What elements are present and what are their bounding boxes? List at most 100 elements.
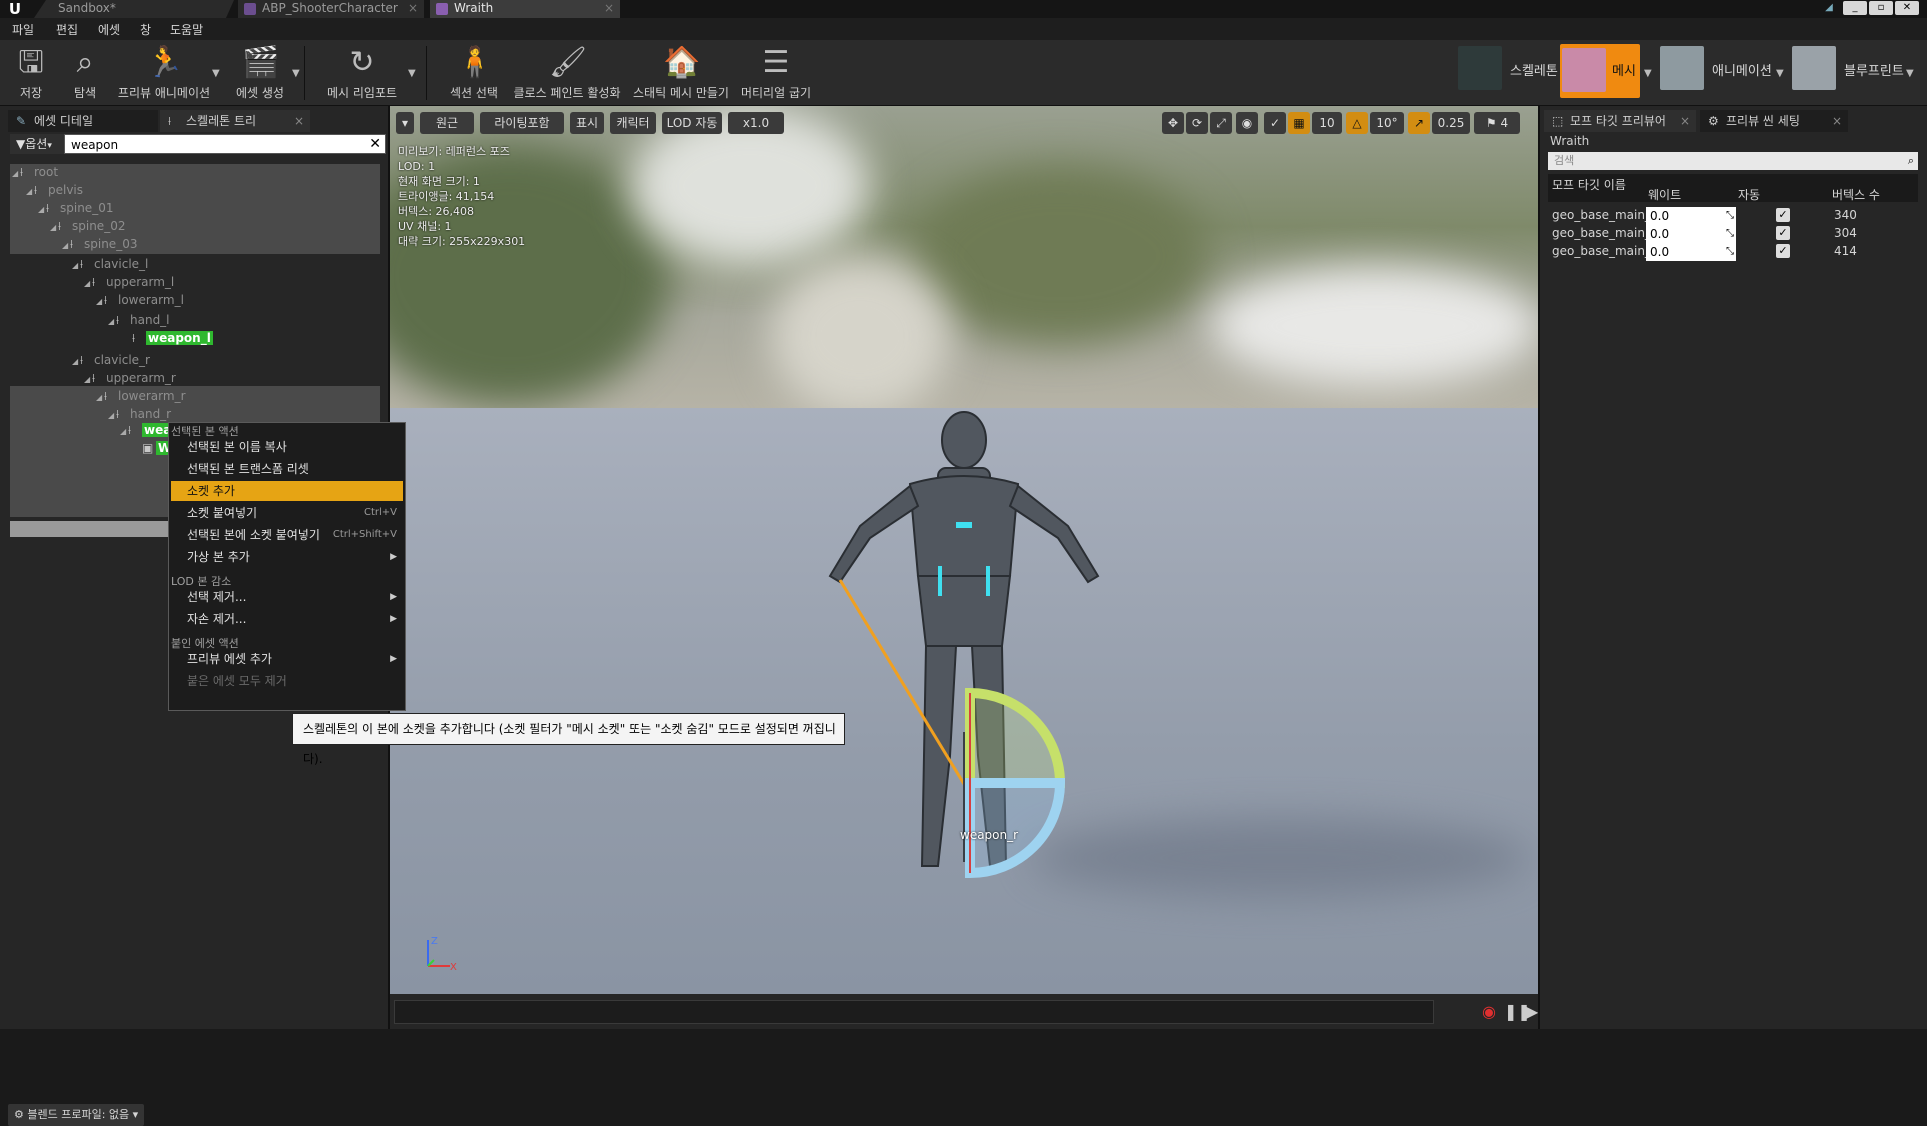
expand-arrow-icon[interactable]: ◢	[108, 408, 116, 424]
menu-item-add-preview-asset[interactable]: 프리뷰 에셋 추가 ▶	[171, 649, 403, 669]
expand-arrow-icon[interactable]: ◢	[12, 166, 20, 182]
spinner-icon[interactable]: ⤡	[1726, 243, 1734, 261]
tree-node[interactable]: ◢ ⟊ spine_03	[62, 236, 137, 252]
tree-node[interactable]: ◢ ⟊ upperarm_l	[84, 274, 174, 290]
menu-item-reset-transform[interactable]: 선택된 본 트랜스폼 리셋	[171, 459, 403, 479]
expand-arrow-icon[interactable]: ◢	[108, 314, 116, 330]
minimize-button[interactable]: _	[1843, 1, 1867, 15]
tree-node[interactable]: ◢ ⟊ clavicle_l	[72, 256, 148, 272]
close-icon[interactable]: ×	[408, 0, 418, 16]
column-header[interactable]: 자동	[1738, 186, 1760, 203]
chevron-down-icon[interactable]: ▼	[1906, 68, 1914, 79]
spinner-icon[interactable]: ⤡	[1726, 225, 1734, 243]
expand-arrow-icon[interactable]: ◢	[72, 258, 80, 274]
feedback-icon[interactable]: ◢	[1817, 1, 1841, 15]
expand-arrow-icon[interactable]: ◢	[72, 354, 80, 370]
tree-node[interactable]: ◢ ⟊ hand_l	[108, 312, 170, 328]
morph-search-input[interactable]: 검색 ⌕	[1548, 152, 1918, 170]
expand-arrow-icon[interactable]: ◢	[62, 238, 70, 254]
clear-search-icon[interactable]: ✕	[369, 135, 381, 153]
chevron-down-icon[interactable]: ▼	[408, 68, 416, 79]
column-header[interactable]: 웨이트	[1648, 186, 1681, 203]
options-dropdown[interactable]: ▼옵션▾	[10, 134, 64, 154]
menu-item-paste-socket[interactable]: 소켓 붙여넣기 Ctrl+V	[171, 503, 403, 523]
tab-morph-target-previewer[interactable]: ⬚ 모프 타깃 프리뷰어 ×	[1544, 110, 1696, 132]
tree-node[interactable]: ◢ ⟊ pelvis	[26, 182, 83, 198]
expand-arrow-icon[interactable]: ◢	[96, 294, 104, 310]
tree-node[interactable]: ◢ ⟊ upperarm_r	[84, 370, 176, 386]
blend-profile-dropdown[interactable]: ⚙ 블렌드 프로파일: 없음 ▾	[8, 1104, 144, 1126]
expand-arrow-icon[interactable]: ◢	[96, 390, 104, 406]
maximize-button[interactable]: ▫	[1869, 1, 1893, 15]
close-icon[interactable]: ×	[1832, 110, 1842, 132]
close-window-button[interactable]: ✕	[1895, 1, 1919, 15]
search-input[interactable]: weapon ✕	[64, 134, 386, 154]
chevron-down-icon[interactable]: ▼	[212, 68, 220, 79]
tree-node[interactable]: ⟊ weapon_l	[124, 330, 213, 346]
record-icon[interactable]: ◉	[1482, 1002, 1496, 1021]
auto-checkbox[interactable]: ✓	[1776, 244, 1790, 258]
save-button[interactable]: 🖫 저장	[10, 44, 52, 104]
expand-arrow-icon[interactable]: ◢	[120, 424, 128, 440]
tab-wraith[interactable]: Wraith ×	[430, 0, 620, 18]
tab-asset-details[interactable]: ✎ 에셋 디테일	[8, 110, 158, 132]
menu-item-add-virtual-bone[interactable]: 가상 본 추가 ▶	[171, 547, 403, 567]
close-icon[interactable]: ×	[1680, 110, 1690, 132]
menu-item-remove-children[interactable]: 자손 제거... ▶	[171, 609, 403, 629]
menu-help[interactable]: 도움말	[170, 21, 203, 38]
weight-field[interactable]: 0.0 ⤡	[1646, 207, 1736, 225]
preview-animation-button[interactable]: 🏃 프리뷰 애니메이션	[116, 44, 212, 104]
menu-item-copy-bone-name[interactable]: 선택된 본 이름 복사	[171, 437, 403, 457]
tab-abp-shooter[interactable]: ABP_ShooterCharacter ×	[238, 0, 424, 18]
menu-item-paste-socket-to-bone[interactable]: 선택된 본에 소켓 붙여넣기 Ctrl+Shift+V	[171, 525, 403, 545]
tab-preview-scene-settings[interactable]: ⚙ 프리뷰 씬 세팅 ×	[1700, 110, 1848, 132]
tree-node[interactable]: ◢ ⟊ spine_02	[50, 218, 125, 234]
make-static-mesh-button[interactable]: 🏠 스태틱 메시 만들기	[632, 44, 730, 104]
spinner-icon[interactable]: ⤡	[1726, 207, 1734, 225]
weight-field[interactable]: 0.0 ⤡	[1646, 225, 1736, 243]
mode-animation-button[interactable]: 애니메이션	[1660, 44, 1780, 98]
expand-arrow-icon[interactable]: ◢	[50, 220, 58, 236]
menu-asset[interactable]: 에셋	[98, 21, 120, 38]
cloth-paint-button[interactable]: 🖌 클로스 페인트 활성화	[512, 44, 622, 104]
tree-node[interactable]: ◢ ⟊ hand_r	[108, 406, 171, 422]
section-select-button[interactable]: 🧍 섹션 선택	[444, 44, 504, 104]
menu-item-remove-selected[interactable]: 선택 제거... ▶	[171, 587, 403, 607]
tree-node[interactable]: ◢ ⟊ root	[12, 164, 58, 180]
unreal-logo-icon[interactable]: U	[4, 0, 26, 18]
column-header[interactable]: 버텍스 수	[1832, 186, 1880, 203]
close-icon[interactable]: ×	[294, 110, 304, 132]
tree-node-label: hand_l	[130, 313, 170, 327]
expand-arrow-icon[interactable]: ◢	[26, 184, 34, 200]
bake-materials-button[interactable]: ☰ 머티리얼 굽기	[738, 44, 814, 104]
expand-arrow-icon[interactable]: ◢	[38, 202, 46, 218]
tree-node[interactable]: ◢ ⟊ lowerarm_l	[96, 292, 184, 308]
browse-button[interactable]: ⌕ 탐색	[64, 44, 106, 104]
tree-node[interactable]: ◢ ⟊ clavicle_r	[72, 352, 150, 368]
auto-checkbox[interactable]: ✓	[1776, 226, 1790, 240]
menu-file[interactable]: 파일	[12, 21, 34, 38]
viewport[interactable]: ▾ 원근 라이팅포함 표시 캐릭터 LOD 자동 x1.0 ✥ ⟳ ⤢ ◉ ✓ …	[390, 106, 1538, 994]
mode-blueprint-button[interactable]: 블루프린트	[1792, 44, 1904, 98]
mesh-reimport-button[interactable]: ↻ 메시 리임포트	[320, 44, 404, 104]
timeline-track[interactable]	[394, 1000, 1434, 1024]
menu-item-add-socket[interactable]: 소켓 추가	[171, 481, 403, 501]
mode-skeleton-button[interactable]: 스켈레톤	[1458, 44, 1558, 98]
tree-node[interactable]: ◢ ⟊ spine_01	[38, 200, 113, 216]
menu-window[interactable]: 창	[140, 21, 151, 38]
close-icon[interactable]: ×	[604, 0, 614, 16]
column-header[interactable]: 모프 타깃 이름	[1552, 176, 1626, 193]
expand-arrow-icon[interactable]: ◢	[84, 276, 92, 292]
mode-mesh-button[interactable]: 메시	[1560, 44, 1640, 98]
chevron-down-icon[interactable]: ▼	[1644, 68, 1652, 79]
menu-edit[interactable]: 편집	[56, 21, 78, 38]
auto-checkbox[interactable]: ✓	[1776, 208, 1790, 222]
tab-sandbox[interactable]: Sandbox*	[34, 0, 234, 18]
weight-field[interactable]: 0.0 ⤡	[1646, 243, 1736, 261]
chevron-down-icon[interactable]: ▼	[292, 68, 300, 79]
create-asset-button[interactable]: 🎬 에셋 생성	[228, 44, 292, 104]
expand-arrow-icon[interactable]: ◢	[84, 372, 92, 388]
tab-skeleton-tree[interactable]: ⟊ 스켈레톤 트리 ×	[160, 110, 310, 132]
chevron-down-icon[interactable]: ▼	[1776, 68, 1784, 79]
tree-node[interactable]: ◢ ⟊ lowerarm_r	[96, 388, 186, 404]
